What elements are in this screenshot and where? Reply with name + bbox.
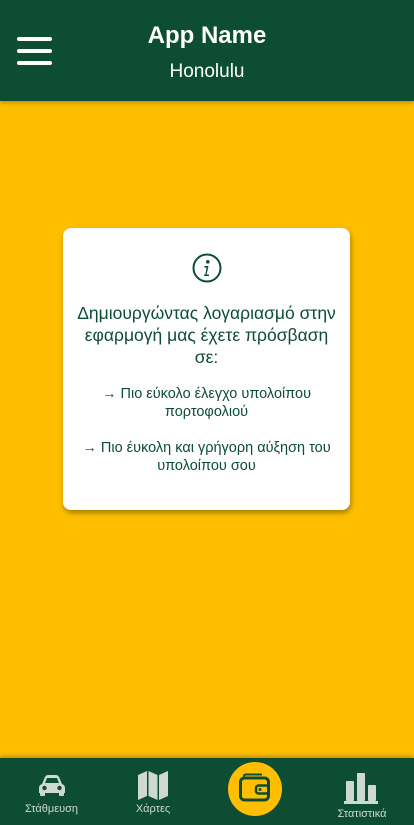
nav-label: Στατιστικά xyxy=(337,808,387,820)
map-icon xyxy=(138,771,168,800)
car-icon xyxy=(39,775,65,796)
nav-label: Χάρτες xyxy=(135,803,171,815)
benefit-item: → Πιο εύκολο έλεγχο υπολοίπου πορτοφολιο… xyxy=(101,386,312,420)
wallet-button[interactable] xyxy=(228,762,282,816)
card-heading: Δημιουργώντας λογαριασμό στην εφαρμογή μ… xyxy=(77,303,336,367)
app-title: App Name xyxy=(147,22,267,49)
wallet-icon xyxy=(239,773,270,802)
benefit-item: → Πιο έυκολη και γρήγορη αύξηση του υπολ… xyxy=(82,440,331,474)
info-card: Δημιουργώντας λογαριασμό στην εφαρμογή μ… xyxy=(63,228,350,510)
bottom-navigation: Στάθμευση Χάρτες Στατιστικά xyxy=(0,758,414,825)
nav-label: Στάθμευση xyxy=(24,803,79,815)
app-header: App Name Honolulu xyxy=(0,0,414,101)
city-name: Honolulu xyxy=(169,61,245,82)
nav-parking[interactable]: Στάθμευση xyxy=(0,758,103,825)
bar-chart-icon xyxy=(344,773,378,804)
nav-statistics[interactable]: Στατιστικά xyxy=(310,758,414,825)
nav-maps[interactable]: Χάρτες xyxy=(103,758,203,825)
info-icon xyxy=(192,253,222,283)
